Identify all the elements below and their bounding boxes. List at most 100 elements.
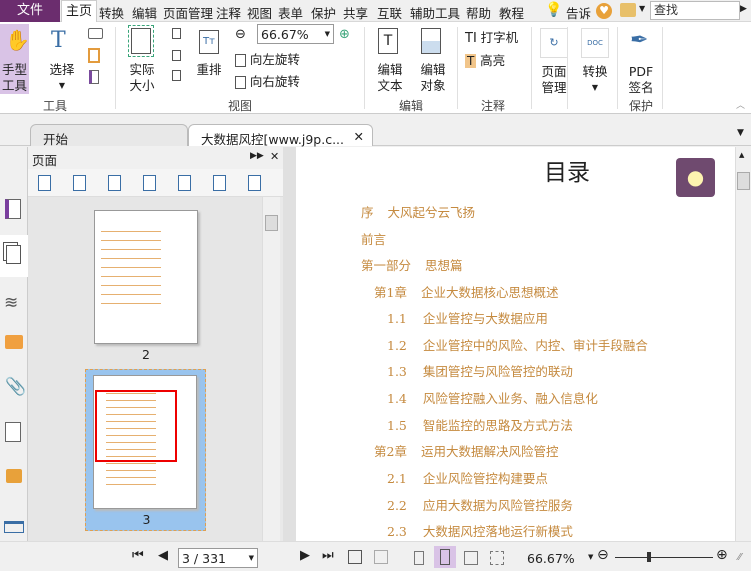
tab-list-icon[interactable]: ▼ <box>737 128 744 138</box>
menu-item[interactable]: 保护 <box>311 3 336 22</box>
window-icon[interactable] <box>4 521 24 533</box>
scroll-thumb[interactable] <box>265 215 278 231</box>
search-arrow-icon[interactable]: ▶ <box>740 4 747 14</box>
close-panel-icon[interactable]: ✕ <box>270 150 279 163</box>
replace-page-icon[interactable] <box>143 175 156 191</box>
fit-height-icon[interactable] <box>172 28 181 39</box>
zoom-out-page-icon[interactable] <box>73 175 86 191</box>
toc-entry[interactable]: 2.2 应用大数据为风险管控服务 <box>387 495 573 514</box>
expand-panel-icon[interactable]: ▶▶ <box>250 151 264 161</box>
page-input[interactable]: 3 / 331 ▼ <box>178 548 258 568</box>
next-page-icon[interactable]: ▶ <box>300 548 310 563</box>
zoom-slider-thumb[interactable] <box>647 552 652 562</box>
heart-icon[interactable]: ♥ <box>596 3 612 19</box>
continuous-page-button[interactable] <box>434 546 456 568</box>
menu-item[interactable]: 教程 <box>499 3 524 22</box>
menu-item[interactable]: 页面管理 <box>163 3 213 22</box>
menu-item[interactable]: 编辑 <box>132 3 157 22</box>
menu-item[interactable]: 表单 <box>278 3 303 22</box>
collapse-ribbon-icon[interactable]: ︿ <box>736 98 745 111</box>
chevron-down-icon[interactable]: ▼ <box>639 4 645 13</box>
toc-entry[interactable]: 第1章 企业大数据核心思想概述 <box>374 282 558 301</box>
attachment-icon[interactable]: 📎 <box>5 377 26 397</box>
reflow-button[interactable]: Tт 重排 <box>194 28 224 88</box>
toc-entry[interactable]: 第一部分 思想篇 <box>361 255 463 274</box>
document-scrollbar[interactable]: ▲ <box>735 147 751 541</box>
zoom-in-page-icon[interactable] <box>38 175 51 191</box>
pdf-sign-button[interactable]: ✒ PDF 签名 <box>622 26 660 95</box>
toc-entry[interactable]: 序大风起兮云飞扬 <box>361 202 475 221</box>
page-thumbnail[interactable] <box>94 210 198 344</box>
clipboard-icon[interactable] <box>88 48 100 63</box>
zoom-select[interactable]: 66.67% ▼ <box>257 24 334 44</box>
lightbulb-icon[interactable]: 💡 <box>545 2 562 18</box>
menu-item[interactable]: 互联 <box>377 3 402 22</box>
menu-item[interactable]: 共享 <box>343 3 368 22</box>
hand-tool-button[interactable]: ✋ 手型 工具 <box>0 24 30 94</box>
fit-page-icon[interactable] <box>172 50 181 61</box>
menu-item[interactable]: 视图 <box>247 3 272 22</box>
select-button[interactable]: T 选择 ▼ <box>48 28 76 90</box>
fit-width-icon[interactable] <box>172 70 181 81</box>
layers-icon[interactable]: ≋ <box>4 293 18 313</box>
page-icon[interactable] <box>89 70 99 84</box>
toc-entry[interactable]: 2.3 大数据风控落地运行新模式 <box>387 521 573 540</box>
toc-entry[interactable]: 1.2 企业管控中的风险、内控、审计手段融合 <box>387 335 648 354</box>
view-area-box[interactable] <box>95 390 177 462</box>
lock-icon[interactable] <box>6 469 22 483</box>
folder-search-icon[interactable] <box>620 3 636 17</box>
toc-entry[interactable]: 1.3 集团管控与风险管控的联动 <box>387 361 573 380</box>
scroll-thumb[interactable] <box>737 172 750 190</box>
panel-scrollbar[interactable] <box>262 197 280 541</box>
edit-object-button[interactable]: 编辑 对象 <box>413 26 453 94</box>
rotate-left-button[interactable]: 向左旋转 <box>235 49 300 68</box>
tell-me[interactable]: 告诉 <box>566 3 591 22</box>
actual-size-button[interactable]: 实际 大小 <box>124 25 160 94</box>
zoom-in-icon[interactable]: ⊕ <box>339 27 350 42</box>
menu-file[interactable]: 文件 <box>0 0 60 22</box>
single-page-icon[interactable] <box>414 551 424 565</box>
insert-page-icon[interactable] <box>178 175 191 191</box>
last-page-icon[interactable]: ⏭ <box>322 548 334 563</box>
tab-document[interactable]: 大数据风控[www.j9p.c... ✕ <box>188 124 373 147</box>
delete-page-icon[interactable] <box>213 175 226 191</box>
menu-item[interactable]: 转换 <box>99 3 124 22</box>
continuous-facing-icon[interactable] <box>490 551 504 565</box>
zoom-in-icon[interactable]: ⊕ <box>716 547 728 563</box>
page-properties-icon[interactable] <box>248 175 261 191</box>
zoom-slider[interactable] <box>615 552 713 562</box>
facing-icon[interactable] <box>464 551 478 565</box>
extract-page-icon[interactable] <box>108 175 121 191</box>
panel-splitter[interactable] <box>283 147 296 541</box>
convert-button[interactable]: DOC 转换 ▼ <box>578 26 612 94</box>
bookmark-icon[interactable] <box>5 199 21 219</box>
zoom-dropdown-icon[interactable]: ▼ <box>588 553 593 561</box>
resize-grip-icon[interactable]: ⁄⁄ <box>738 552 741 563</box>
tab-start[interactable]: 开始 <box>30 124 188 147</box>
menu-item[interactable]: 辅助工具 <box>410 3 460 22</box>
edit-text-button[interactable]: T 编辑 文本 <box>372 26 408 94</box>
close-icon[interactable]: ✕ <box>354 129 364 144</box>
zoom-out-icon[interactable]: ⊖ <box>597 547 609 563</box>
toc-entry[interactable]: 2.1 企业风险管控构建要点 <box>387 468 548 487</box>
pages-panel-button[interactable] <box>0 235 28 277</box>
toc-entry[interactable]: 1.5 智能监控的思路及方式方法 <box>387 415 573 434</box>
typewriter-button[interactable]: TI 打字机 <box>465 27 518 46</box>
toc-entry[interactable]: 第2章 运用大数据解决风险管控 <box>374 441 558 460</box>
menu-home[interactable]: 主页 <box>61 0 97 23</box>
zoom-out-icon[interactable]: ⊖ <box>235 27 246 42</box>
prev-page-icon[interactable]: ◀ <box>158 548 168 563</box>
scroll-up-icon[interactable]: ▲ <box>739 151 744 159</box>
next-view-icon[interactable] <box>374 550 388 564</box>
selected-thumbnail[interactable]: 3 <box>85 369 206 531</box>
toc-entry[interactable]: 1.4 风险管控融入业务、融入信息化 <box>387 388 598 407</box>
highlight-button[interactable]: T 高亮 <box>465 50 505 69</box>
previous-view-icon[interactable] <box>348 550 362 564</box>
search-input[interactable]: 查找 <box>650 1 740 20</box>
toc-entry[interactable]: 1.1 企业管控与大数据应用 <box>387 308 548 327</box>
first-page-icon[interactable]: ⏮ <box>132 548 144 563</box>
lightbulb-icon[interactable]: ● <box>676 158 715 197</box>
comment-icon[interactable] <box>5 335 23 349</box>
menu-item[interactable]: 注释 <box>216 3 241 22</box>
signature-icon[interactable] <box>5 422 21 442</box>
